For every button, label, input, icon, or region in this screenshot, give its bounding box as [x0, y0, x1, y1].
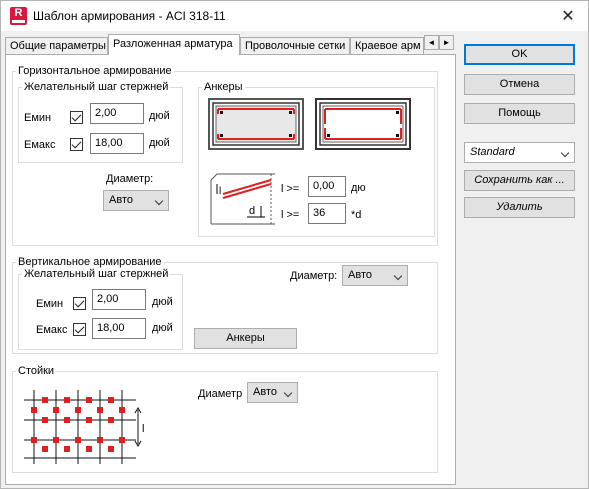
save-as-button[interactable]: Сохранить как ... — [464, 170, 575, 191]
vertical-spacing-label: Желательный шаг стержней — [22, 268, 171, 280]
tab-strip: Общие параметры Разложенная арматура Про… — [5, 34, 457, 55]
anchor-type-hooked[interactable] — [315, 98, 411, 150]
stirrups-grid-icon: l — [24, 390, 144, 464]
anchor-l2-label: l >= — [281, 209, 300, 221]
horizontal-diameter-label: Диаметр: — [106, 173, 154, 185]
revit-app-icon: R — [10, 7, 27, 25]
delete-button[interactable]: Удалить — [464, 197, 575, 218]
anchor-l2-input[interactable]: 36 — [308, 203, 346, 224]
vertical-group-label: Вертикальное армирование — [16, 256, 164, 268]
horizontal-emax-unit: дюй — [149, 137, 170, 149]
cancel-button[interactable]: Отмена — [464, 74, 575, 95]
tab-general-params[interactable]: Общие параметры — [5, 37, 108, 55]
title-bar: R Шаблон армирования - ACI 318-11 ✕ — [1, 1, 588, 31]
horizontal-emax-input[interactable]: 18,00 — [90, 133, 144, 154]
vertical-emax-label: Емакс — [36, 324, 68, 336]
tab-distributed-rebar[interactable]: Разложенная арматура — [108, 34, 240, 55]
vertical-emin-unit: дюй — [152, 296, 173, 308]
stirrups-diameter-select[interactable]: Авто — [247, 382, 298, 403]
chevron-down-icon — [393, 271, 403, 281]
horizontal-group-label: Горизонтальное армирование — [16, 65, 174, 77]
help-button[interactable]: Помощь — [464, 103, 575, 124]
stirrups-diagram-l-text: l — [142, 423, 144, 435]
ok-button[interactable]: OK — [464, 44, 575, 65]
anchors-group-label: Анкеры — [202, 81, 245, 93]
chevron-down-icon — [560, 148, 570, 158]
diagram-l-text: l — [219, 186, 221, 197]
anchor-straight-icon — [212, 102, 300, 146]
vertical-emax-checkbox[interactable] — [73, 323, 86, 336]
anchor-length-diagram-icon: l d — [210, 173, 275, 225]
vertical-diameter-select[interactable]: Авто — [342, 265, 408, 286]
anchor-type-straight[interactable] — [208, 98, 304, 150]
close-icon[interactable]: ✕ — [558, 6, 578, 26]
anchor-l1-input[interactable]: 0,00 — [308, 176, 346, 197]
anchor-l1-unit: дю — [351, 182, 366, 194]
horizontal-emin-checkbox[interactable] — [70, 111, 83, 124]
vertical-diameter-label: Диаметр: — [290, 270, 338, 282]
horizontal-diameter-select[interactable]: Авто — [103, 190, 169, 211]
chevron-down-icon — [154, 196, 164, 206]
tab-scroll-left-icon[interactable]: ◄ — [424, 35, 439, 50]
stirrups-diameter-label: Диаметр — [198, 388, 243, 400]
tab-edge-rebar[interactable]: Краевое арм — [350, 37, 424, 55]
dialog-window: R Шаблон армирования - ACI 318-11 ✕ Общи… — [0, 0, 589, 489]
window-title: Шаблон армирования - ACI 318-11 — [33, 9, 226, 23]
chevron-down-icon — [283, 388, 293, 398]
tab-scroll: ◄ ► — [424, 35, 454, 51]
diagram-d-text: d — [249, 205, 255, 217]
tab-panel: Горизонтальное армирование Желательный ш… — [5, 54, 456, 485]
anchor-l2-unit: *d — [351, 209, 362, 221]
tab-scroll-right-icon[interactable]: ► — [439, 35, 454, 50]
anchor-l1-label: l >= — [281, 183, 300, 195]
horizontal-emax-label: Емакс — [24, 139, 56, 151]
horizontal-emax-checkbox[interactable] — [70, 138, 83, 151]
horizontal-emin-unit: дюй — [149, 110, 170, 122]
vertical-emax-input[interactable]: 18,00 — [92, 318, 146, 339]
template-select[interactable]: Standard — [464, 142, 575, 163]
vertical-emin-label: Емин — [36, 298, 64, 310]
horizontal-emin-label: Емин — [24, 112, 52, 124]
horizontal-emin-input[interactable]: 2,00 — [90, 103, 144, 124]
vertical-emin-checkbox[interactable] — [73, 297, 86, 310]
vertical-anchors-button[interactable]: Анкеры — [194, 328, 297, 349]
horizontal-spacing-label: Желательный шаг стержней — [22, 81, 171, 93]
vertical-emin-input[interactable]: 2,00 — [92, 289, 146, 310]
anchor-hooked-icon — [319, 102, 407, 146]
tab-wire-mesh[interactable]: Проволочные сетки — [240, 37, 350, 55]
stirrups-group-label: Стойки — [16, 365, 57, 377]
vertical-emax-unit: дюй — [152, 322, 173, 334]
